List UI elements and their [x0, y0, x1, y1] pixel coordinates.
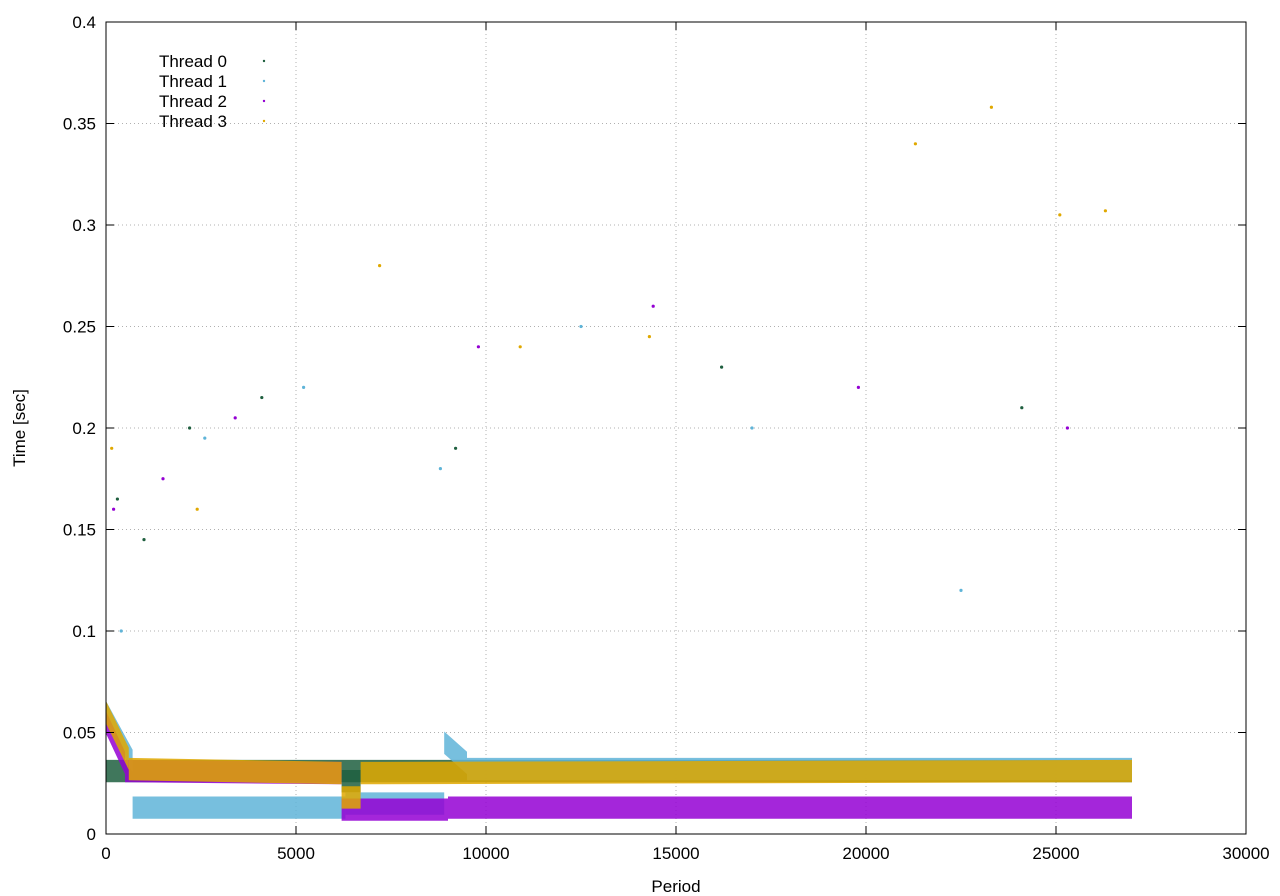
scatter-point	[1065, 426, 1069, 430]
scatter-point	[651, 304, 655, 308]
scatter-point	[302, 385, 306, 389]
x-axis-label: Period	[651, 877, 700, 896]
scatter-point	[378, 264, 382, 268]
y-tick-label: 0.15	[63, 521, 96, 540]
series-band	[448, 796, 1132, 819]
y-tick-label: 0.35	[63, 115, 96, 134]
legend-label: Thread 2	[159, 92, 227, 111]
scatter-point	[454, 446, 458, 450]
x-tick-label: 15000	[652, 844, 699, 863]
scatter-point	[720, 365, 724, 369]
scatter-point	[188, 426, 192, 430]
legend-label: Thread 0	[159, 52, 227, 71]
scatter-point	[959, 588, 963, 593]
scatter-point	[1020, 406, 1024, 410]
legend-marker	[262, 79, 266, 83]
series-band	[132, 796, 346, 819]
legend-label: Thread 1	[159, 72, 227, 91]
scatter-point	[161, 477, 165, 481]
y-tick-label: 0	[87, 825, 96, 844]
x-tick-label: 5000	[277, 844, 315, 863]
scatter-point	[110, 446, 114, 450]
scatter-point	[260, 395, 264, 400]
x-tick-label: 10000	[462, 844, 509, 863]
scatter-point	[647, 335, 652, 339]
scatter-point	[476, 345, 480, 349]
scatter-point	[989, 105, 994, 109]
scatter-point	[750, 426, 754, 430]
y-tick-label: 0.1	[72, 622, 96, 641]
x-tick-label: 20000	[842, 844, 889, 863]
scatter-point	[115, 497, 119, 501]
scatter-point	[233, 416, 237, 420]
y-tick-label: 0.4	[72, 13, 96, 32]
x-tick-label: 30000	[1222, 844, 1269, 863]
scatter-chart: 0 5000 10000 15000 20000 25000 30000 0 0.05 0.1 0.…	[0, 0, 1280, 896]
x-tick-label: 25000	[1032, 844, 1079, 863]
y-tick-label: 0.25	[63, 318, 96, 337]
series-band	[128, 757, 342, 785]
scatter-point	[856, 385, 861, 389]
scatter-point	[438, 467, 442, 471]
scatter-point	[1058, 213, 1062, 217]
y-axis-label: Time [sec]	[10, 389, 29, 467]
scatter-point	[1103, 209, 1107, 213]
x-tick-label: 0	[101, 844, 110, 863]
scatter-point	[579, 324, 583, 329]
legend-marker	[262, 59, 266, 63]
scatter-point	[119, 629, 123, 633]
scatter-point	[518, 345, 522, 349]
scatter-point	[142, 538, 146, 542]
legend-marker	[262, 119, 266, 123]
legend-label: Thread 3	[159, 112, 227, 131]
scatter-point	[195, 507, 199, 511]
legend-marker	[262, 99, 266, 103]
y-tick-label: 0.3	[72, 216, 96, 235]
scatter-point	[112, 507, 116, 511]
y-tick-label: 0.05	[63, 724, 96, 743]
series-band	[360, 759, 1133, 785]
scatter-point	[203, 436, 207, 440]
y-tick-label: 0.2	[72, 419, 96, 438]
scatter-point	[913, 142, 918, 146]
series-band	[341, 786, 361, 809]
